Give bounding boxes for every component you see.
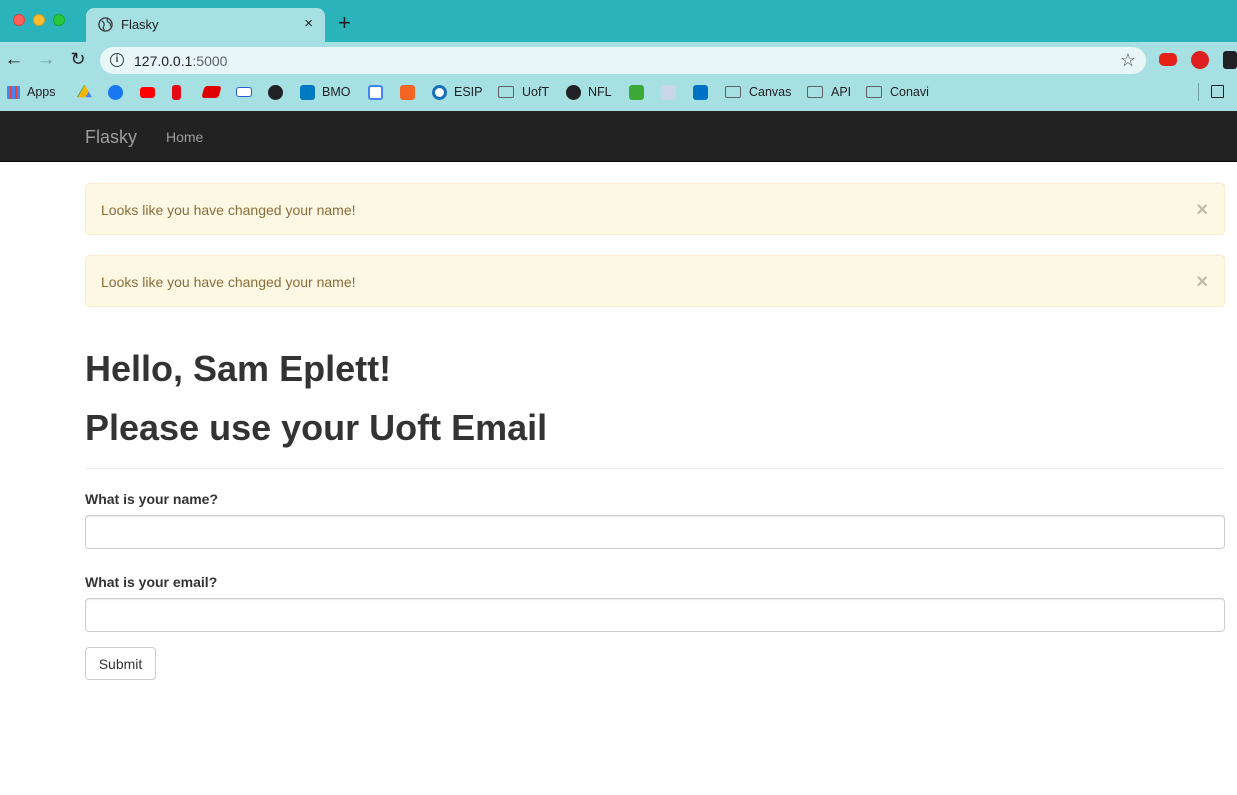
- bookmark-globe[interactable]: [268, 83, 290, 101]
- tab-strip: Flasky × +: [0, 0, 1237, 42]
- soccer-icon: [661, 84, 676, 100]
- esip-icon: [432, 84, 447, 100]
- bookmark-google-drive[interactable]: [77, 83, 99, 101]
- calendar-icon: [368, 84, 383, 100]
- flash-alert: Looks like you have changed your name! ×: [85, 183, 1225, 235]
- ecf-icon: [236, 87, 252, 97]
- tab-close-icon[interactable]: ×: [304, 15, 313, 32]
- folder-icon: [807, 86, 823, 98]
- address-bar[interactable]: i 127.0.0.1:5000 ☆: [100, 47, 1146, 74]
- flash-alert: Looks like you have changed your name! ×: [85, 255, 1225, 307]
- folder-icon: [866, 86, 882, 98]
- alert-close-icon[interactable]: ×: [1196, 272, 1208, 292]
- green-logo-icon: [629, 84, 644, 100]
- reload-icon[interactable]: ↻: [67, 49, 89, 70]
- bookmark-api[interactable]: API: [807, 83, 851, 101]
- bookmarks-bar: Apps BMO ESIP UofT NFL Canvas API Conavi: [0, 80, 1237, 104]
- bookmarks-divider: [1198, 83, 1199, 101]
- maximize-window-button[interactable]: [53, 14, 65, 26]
- google-drive-icon: [77, 84, 92, 98]
- alert-close-icon[interactable]: ×: [1196, 200, 1208, 220]
- bookmark-outlook[interactable]: [693, 83, 715, 101]
- tab-title: Flasky: [121, 17, 159, 32]
- hand-extension-icon[interactable]: [1191, 51, 1209, 69]
- bookmark-apps[interactable]: Apps: [7, 83, 56, 101]
- close-window-button[interactable]: [13, 14, 25, 26]
- globe-icon: [98, 17, 113, 32]
- forward-arrow-icon[interactable]: →: [35, 49, 57, 71]
- bookmark-facebook[interactable]: [108, 83, 130, 101]
- url-text: 127.0.0.1:5000: [134, 53, 228, 69]
- alert-message: Looks like you have changed your name!: [101, 202, 356, 218]
- nav-link-home[interactable]: Home: [166, 129, 203, 145]
- bookmark-calendar[interactable]: [368, 83, 390, 101]
- email-label: What is your email?: [85, 574, 218, 590]
- bookmark-canvas[interactable]: Canvas: [725, 83, 791, 101]
- folder-icon: [498, 86, 514, 98]
- bookmark-esip[interactable]: ESIP: [432, 83, 483, 101]
- extensions-puzzle-icon[interactable]: [1223, 51, 1237, 69]
- bookmark-star-icon[interactable]: ☆: [1120, 50, 1136, 71]
- nfl-icon: [566, 84, 581, 100]
- reading-list-icon[interactable]: [1211, 85, 1224, 98]
- bookmark-green-logo[interactable]: [629, 83, 651, 101]
- bookmark-soccer[interactable]: [661, 83, 683, 101]
- new-tab-button[interactable]: +: [338, 12, 351, 34]
- facebook-icon: [108, 84, 123, 100]
- bookmark-bmo[interactable]: BMO: [300, 83, 350, 101]
- youtube-extension-icon[interactable]: [1159, 53, 1177, 66]
- outlook-icon: [693, 84, 708, 100]
- bookmark-ecf[interactable]: [236, 83, 259, 101]
- email-field[interactable]: [85, 598, 1225, 632]
- greeting-heading: Hello, Sam Eplett!: [85, 348, 392, 389]
- site-info-icon[interactable]: i: [110, 53, 124, 67]
- subheading: Please use your Uoft Email: [85, 407, 548, 448]
- bookmark-nfl[interactable]: NFL: [566, 83, 612, 101]
- browser-chrome: Flasky × + ← → ↻ i 127.0.0.1:5000 ☆ Apps…: [0, 0, 1237, 111]
- app-navbar: Flasky Home: [0, 111, 1237, 162]
- navbar-brand[interactable]: Flasky: [85, 127, 137, 148]
- bookmark-netflix[interactable]: [172, 83, 188, 101]
- back-arrow-icon[interactable]: ←: [3, 49, 25, 71]
- c-icon: [400, 84, 415, 100]
- name-label: What is your name?: [85, 491, 219, 507]
- submit-button[interactable]: Submit: [85, 647, 156, 680]
- folder-icon: [725, 86, 741, 98]
- tab-flasky[interactable]: Flasky ×: [86, 8, 325, 42]
- youtube-icon: [140, 86, 155, 98]
- alert-message: Looks like you have changed your name!: [101, 274, 356, 290]
- globe-icon: [268, 84, 283, 100]
- main-container: Looks like you have changed your name! ×…: [85, 183, 1225, 680]
- bookmark-youtube[interactable]: [140, 83, 162, 101]
- apps-grid-icon: [7, 85, 20, 99]
- netflix-icon: [172, 84, 181, 100]
- minimize-window-button[interactable]: [33, 14, 45, 26]
- bookmark-c[interactable]: [400, 83, 422, 101]
- name-field[interactable]: [85, 515, 1225, 549]
- bmo-icon: [300, 84, 315, 100]
- header-divider: [85, 468, 1225, 469]
- user-form: What is your name? What is your email? S…: [85, 491, 1225, 680]
- bookmark-uoft[interactable]: UofT: [498, 83, 549, 101]
- bookmark-conavi[interactable]: Conavi: [866, 83, 929, 101]
- espn-icon: [201, 86, 222, 98]
- bookmark-espn[interactable]: [201, 83, 227, 101]
